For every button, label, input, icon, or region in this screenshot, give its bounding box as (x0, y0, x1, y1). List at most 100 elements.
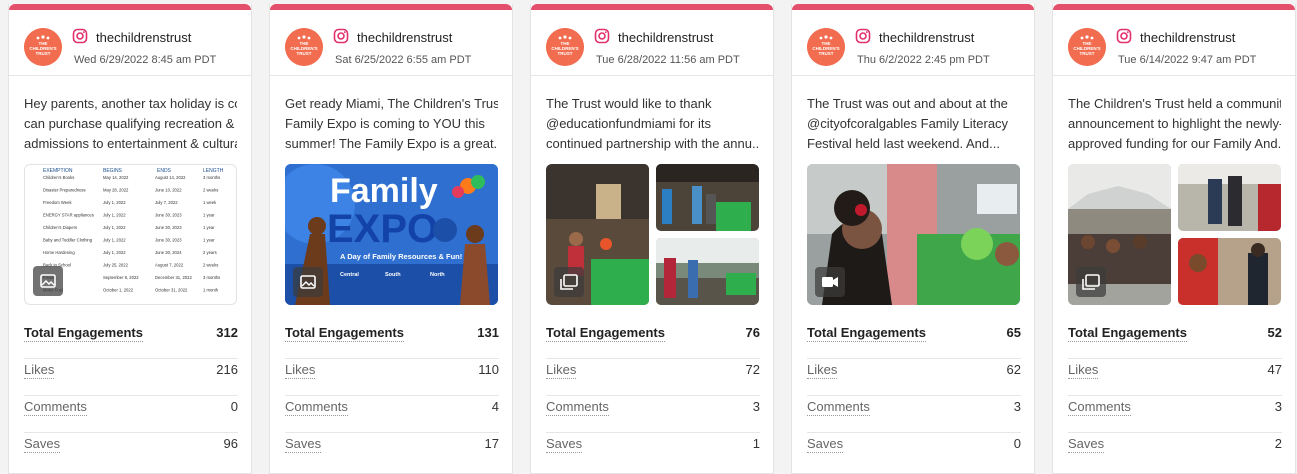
stat-comments: Comments 3 (1068, 396, 1282, 433)
svg-text:2 weeks: 2 weeks (203, 263, 218, 268)
stat-label[interactable]: Total Engagements (1068, 325, 1187, 342)
post-card[interactable]: THE CHILDREN'S TRUST thechildrenstrust Thu 6… (791, 4, 1035, 474)
instagram-icon (72, 28, 88, 44)
svg-text:EXEMPTION: EXEMPTION (43, 168, 73, 174)
stat-saves: Saves 96 (24, 433, 238, 470)
stat-label[interactable]: Likes (24, 362, 55, 379)
stat-value: 0 (230, 399, 238, 414)
stat-value: 52 (1267, 325, 1282, 340)
stat-label[interactable]: Saves (546, 436, 583, 453)
caption-line: The Children's Trust held a community (1068, 96, 1281, 111)
svg-text:December 31, 2022: December 31, 2022 (155, 275, 192, 280)
stat-value: 96 (223, 436, 238, 451)
avatar[interactable]: THE CHILDREN'S TRUST (807, 28, 845, 66)
username[interactable]: thechildrenstrust (96, 30, 191, 45)
post-card[interactable]: THE CHILDREN'S TRUST thechildrenstrust Tue 6… (530, 4, 774, 474)
stat-comments: Comments 4 (285, 396, 499, 433)
post-timestamp: Tue 6/28/2022 11:56 am PDT (596, 54, 740, 66)
instagram-icon (855, 28, 871, 44)
username[interactable]: thechildrenstrust (357, 30, 452, 45)
video-icon (815, 267, 845, 297)
stat-label[interactable]: Total Engagements (24, 325, 143, 342)
stat-value: 17 (484, 436, 499, 451)
stat-label[interactable]: Likes (285, 362, 316, 379)
stat-total-engagements: Total Engagements 76 (546, 322, 760, 359)
caption-line: announcement to highlight the newly- (1068, 116, 1281, 131)
svg-text:3 months: 3 months (203, 175, 220, 180)
svg-text:1 year: 1 year (203, 238, 215, 243)
svg-text:2 years: 2 years (203, 250, 217, 255)
caption-line: Get ready Miami, The Children's Trust (285, 96, 498, 111)
stat-saves: Saves 2 (1068, 433, 1282, 470)
stat-value: 0 (1013, 436, 1021, 451)
post-media[interactable]: EXEMPTION BEGINS ENDS LENGTH Children's Book… (24, 164, 237, 305)
stat-label[interactable]: Total Engagements (807, 325, 926, 342)
avatar[interactable]: THE CHILDREN'S TRUST (546, 28, 584, 66)
stat-label[interactable]: Comments (807, 399, 870, 416)
post-media[interactable] (546, 164, 759, 305)
stat-label[interactable]: Saves (807, 436, 844, 453)
svg-text:3 months: 3 months (203, 275, 220, 280)
post-stats: Total Engagements 312 Likes 216 Comments 0 Sav… (24, 322, 238, 470)
post-caption[interactable]: Get ready Miami, The Children's Trust Fam… (285, 94, 498, 154)
stat-label[interactable]: Likes (1068, 362, 1099, 379)
svg-text:July 1, 2022: July 1, 2022 (103, 238, 126, 243)
stat-label[interactable]: Comments (285, 399, 348, 416)
svg-text:TRUST: TRUST (297, 51, 312, 56)
svg-text:Disaster Preparedness: Disaster Preparedness (43, 188, 86, 193)
avatar[interactable]: THE CHILDREN'S TRUST (1068, 28, 1106, 66)
stat-total-engagements: Total Engagements 65 (807, 322, 1021, 359)
avatar[interactable]: THE CHILDREN'S TRUST (285, 28, 323, 66)
caption-line: @educationfundmiami for its (546, 116, 711, 131)
stat-saves: Saves 0 (807, 433, 1021, 470)
post-card[interactable]: THE CHILDREN'S TRUST thechildrenstrust Tue 6… (1052, 4, 1296, 474)
stat-label[interactable]: Comments (546, 399, 609, 416)
svg-text:TRUST: TRUST (1080, 51, 1095, 56)
username[interactable]: thechildrenstrust (879, 30, 974, 45)
stat-label[interactable]: Likes (546, 362, 577, 379)
post-stats: Total Engagements 76 Likes 72 Comments 3 Saves… (546, 322, 760, 470)
post-media[interactable]: Family EXPO A Day of Family Resources & Fu… (285, 164, 498, 305)
stat-label[interactable]: Total Engagements (546, 325, 665, 342)
stat-total-engagements: Total Engagements 52 (1068, 322, 1282, 359)
stat-label[interactable]: Comments (24, 399, 87, 416)
svg-text:August 14, 2022: August 14, 2022 (155, 175, 186, 180)
username[interactable]: thechildrenstrust (1140, 30, 1235, 45)
stat-label[interactable]: Total Engagements (285, 325, 404, 342)
post-caption[interactable]: The Trust would like to thank @educationf… (546, 94, 759, 154)
svg-text:May 14, 2022: May 14, 2022 (103, 175, 129, 180)
post-media[interactable] (1068, 164, 1281, 305)
svg-text:Children's Diapers: Children's Diapers (43, 225, 77, 230)
stat-value: 312 (216, 325, 238, 340)
caption-line: summer! The Family Expo is a great... (285, 136, 498, 151)
stat-label[interactable]: Comments (1068, 399, 1131, 416)
post-timestamp: Sat 6/25/2022 6:55 am PDT (335, 54, 472, 66)
post-card[interactable]: THE CHILDREN'S TRUST thechildrenstrust Sat 6… (269, 4, 513, 474)
post-stats: Total Engagements 131 Likes 110 Comments 4 Sav… (285, 322, 499, 470)
stat-label[interactable]: Saves (24, 436, 61, 453)
stat-label[interactable]: Saves (1068, 436, 1105, 453)
post-caption[interactable]: Hey parents, another tax holiday is com c… (24, 94, 237, 154)
post-stats: Total Engagements 65 Likes 62 Comments 3 Saves… (807, 322, 1021, 470)
svg-text:Children's Books: Children's Books (43, 175, 74, 180)
username[interactable]: thechildrenstrust (618, 30, 713, 45)
svg-text:October 31, 2022: October 31, 2022 (155, 288, 188, 293)
stat-value: 1 (752, 436, 760, 451)
stat-value: 2 (1274, 436, 1282, 451)
stat-comments: Comments 0 (24, 396, 238, 433)
svg-text:Baby and Toddler Clothing: Baby and Toddler Clothing (43, 238, 93, 243)
avatar[interactable]: THE CHILDREN'S TRUST (24, 28, 62, 66)
post-caption[interactable]: The Trust was out and about at the @cityo… (807, 94, 1020, 154)
post-timestamp: Wed 6/29/2022 8:45 am PDT (74, 54, 217, 66)
post-caption[interactable]: The Children's Trust held a community ann… (1068, 94, 1281, 154)
stat-value: 4 (491, 399, 499, 414)
svg-text:1 year: 1 year (203, 213, 215, 218)
stat-label[interactable]: Saves (285, 436, 322, 453)
gallery-icon (554, 267, 584, 297)
post-card[interactable]: THE CHILDREN'S TRUST thechildrenstrust Wed 6… (8, 4, 252, 474)
stat-likes: Likes 62 (807, 359, 1021, 396)
stat-value: 216 (216, 362, 238, 377)
post-media[interactable] (807, 164, 1020, 305)
caption-line: can purchase qualifying recreation & o (24, 116, 237, 131)
stat-label[interactable]: Likes (807, 362, 838, 379)
